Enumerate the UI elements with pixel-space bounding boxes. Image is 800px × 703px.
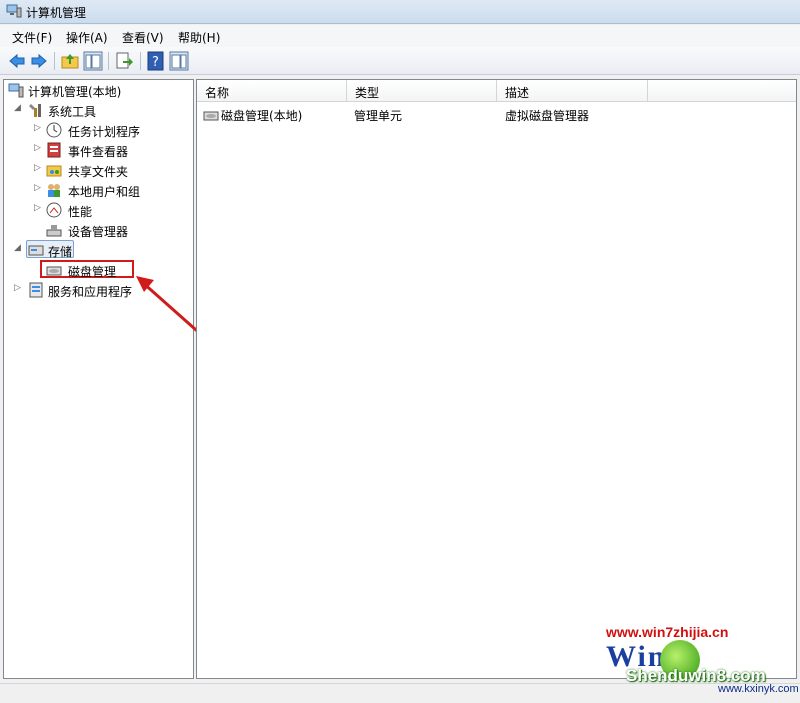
tree-item-device-manager[interactable]: 设备管理器	[4, 220, 193, 240]
details-list[interactable]: 名称 类型 描述 磁盘管理(本地) 管理单元 虚拟磁盘管理器	[196, 79, 797, 679]
tools-icon	[29, 104, 41, 117]
storage-icon	[28, 245, 44, 256]
toolbar: ?	[0, 47, 800, 75]
expanded-arrow-icon[interactable]: ◢	[14, 243, 21, 253]
column-header-name[interactable]: 名称	[197, 80, 347, 102]
tree-root-label: 计算机管理(本地)	[28, 85, 122, 99]
window-title: 计算机管理	[26, 6, 87, 20]
collapsed-arrow-icon[interactable]: ▷	[34, 123, 41, 133]
collapsed-arrow-icon[interactable]: ▷	[14, 283, 21, 293]
toolbar-separator	[140, 52, 141, 70]
collapsed-arrow-icon[interactable]: ▷	[34, 163, 41, 173]
cell-description: 虚拟磁盘管理器	[505, 109, 590, 123]
menu-help[interactable]: 帮助(H)	[178, 29, 220, 46]
tree-item-label: 设备管理器	[68, 225, 129, 239]
tree-item-label: 任务计划程序	[68, 125, 141, 139]
show-hide-action-pane-icon[interactable]	[169, 51, 189, 71]
tree-item-label: 性能	[68, 205, 93, 219]
export-list-icon[interactable]	[114, 51, 134, 71]
tree-item-label: 存储	[48, 245, 73, 259]
tree-item-system-tools[interactable]: ◢ 系统工具	[4, 100, 193, 120]
collapsed-arrow-icon[interactable]: ▷	[34, 143, 41, 153]
menu-bar: 文件(F) 操作(A) 查看(V) 帮助(H)	[0, 25, 800, 47]
disk-icon	[46, 266, 62, 276]
collapsed-arrow-icon[interactable]: ▷	[34, 203, 41, 213]
menu-file[interactable]: 文件(F)	[12, 29, 52, 46]
forward-icon[interactable]	[29, 51, 49, 71]
disk-icon	[203, 111, 219, 121]
tree-item-label: 磁盘管理	[68, 265, 117, 279]
navigation-tree[interactable]: 计算机管理(本地) ◢ 系统工具 ▷ 任务计划程序 ▷ 事件查看器 ▷ 共享文件…	[3, 79, 226, 679]
column-header-type[interactable]: 类型	[347, 80, 497, 102]
tree-item-task-scheduler[interactable]: ▷ 任务计划程序	[4, 120, 193, 140]
tree-item-storage[interactable]: ◢ 存储	[4, 240, 193, 260]
tree-item-label: 系统工具	[48, 105, 97, 119]
tree-item-event-viewer[interactable]: ▷ 事件查看器	[4, 140, 193, 160]
services-icon	[29, 282, 43, 298]
collapsed-arrow-icon[interactable]: ▷	[34, 183, 41, 193]
tree-item-label: 共享文件夹	[68, 165, 129, 179]
up-folder-icon[interactable]	[60, 51, 80, 71]
device-manager-icon	[46, 225, 62, 237]
computer-management-icon	[6, 4, 22, 18]
back-icon[interactable]	[7, 51, 27, 71]
watermark-url-secondary: www.kxinyk.com	[718, 683, 799, 695]
status-bar	[0, 683, 800, 703]
cell-type: 管理单元	[354, 109, 403, 123]
tree-item-label: 本地用户和组	[68, 185, 141, 199]
title-bar: 计算机管理	[0, 0, 800, 24]
performance-icon	[46, 202, 62, 218]
computer-management-icon	[8, 83, 24, 98]
event-viewer-icon	[47, 142, 61, 158]
svg-text:?: ?	[152, 55, 159, 70]
menu-view[interactable]: 查看(V)	[122, 29, 164, 46]
users-icon	[48, 184, 60, 197]
clock-icon	[46, 122, 62, 138]
tree-item-label: 服务和应用程序	[48, 285, 133, 299]
cell-name: 磁盘管理(本地)	[221, 109, 303, 123]
tree-item-performance[interactable]: ▷ 性能	[4, 200, 193, 220]
toolbar-separator	[54, 52, 55, 70]
column-header-filler	[648, 80, 796, 102]
menu-action[interactable]: 操作(A)	[66, 29, 108, 46]
show-hide-tree-icon[interactable]	[83, 51, 103, 71]
help-icon[interactable]: ?	[146, 51, 166, 71]
toolbar-separator	[108, 52, 109, 70]
tree-item-label: 事件查看器	[68, 145, 129, 159]
shared-folder-icon	[46, 165, 62, 177]
tree-item-shared-folders[interactable]: ▷ 共享文件夹	[4, 160, 193, 180]
expanded-arrow-icon[interactable]: ◢	[14, 103, 21, 113]
tree-root[interactable]: 计算机管理(本地)	[4, 80, 193, 100]
tree-item-local-users-groups[interactable]: ▷ 本地用户和组	[4, 180, 193, 200]
watermark-url: www.win7zhijia.cn	[606, 624, 729, 640]
column-header-description[interactable]: 描述	[497, 80, 648, 102]
